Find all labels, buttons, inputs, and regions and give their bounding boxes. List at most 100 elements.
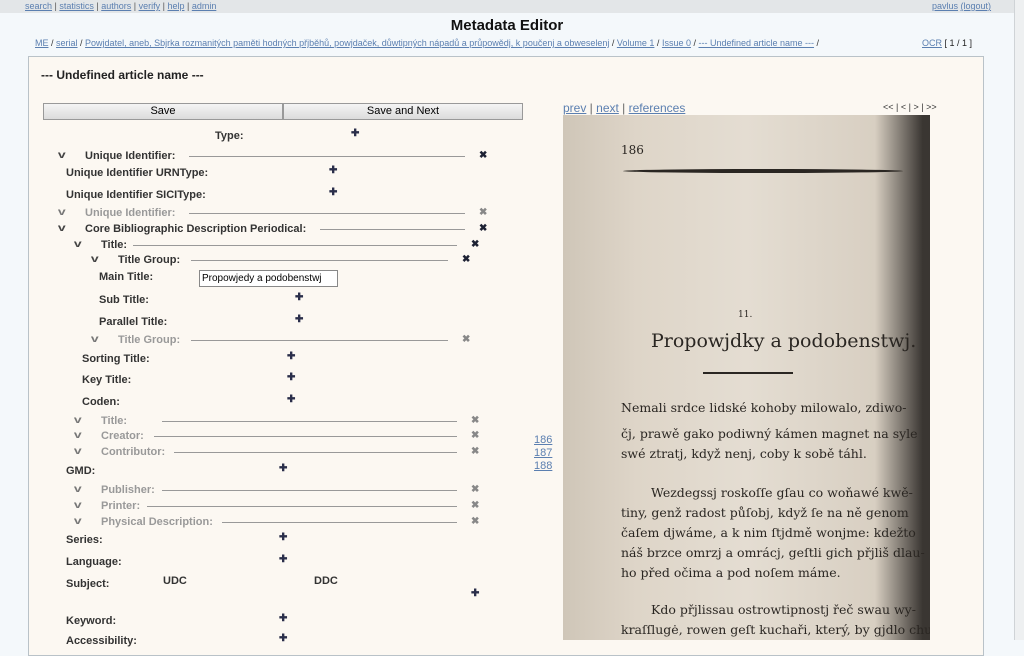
logout-link[interactable]: (logout) — [961, 1, 992, 11]
viewer-link-references[interactable]: references — [629, 101, 686, 115]
scan-rule — [623, 169, 903, 173]
page-link-188[interactable]: 188 — [534, 460, 552, 472]
collapse-chevron-icon[interactable]: v — [58, 207, 66, 218]
add-icon[interactable]: ✚ — [329, 166, 337, 176]
breadcrumb-link[interactable]: serial — [56, 38, 78, 48]
section-divider — [174, 452, 457, 453]
topnav-link-admin[interactable]: admin — [192, 1, 217, 11]
collapse-chevron-icon[interactable]: v — [91, 334, 99, 345]
field-label-gmd: GMD: — [66, 465, 96, 477]
breadcrumb-link[interactable]: Volume 1 — [617, 38, 655, 48]
remove-icon[interactable]: ✖ — [471, 416, 479, 426]
field-label-unique-identifier-urntype: Unique Identifier URNType: — [66, 167, 209, 179]
page-link-186[interactable]: 186 — [534, 434, 552, 446]
section-divider — [162, 421, 457, 422]
field-label-unique-identifier: Unique Identifier: — [85, 207, 176, 219]
top-nav: search | statistics | authors | verify |… — [25, 1, 217, 11]
add-icon[interactable]: ✚ — [279, 533, 287, 543]
section-divider — [320, 229, 465, 230]
remove-icon[interactable]: ✖ — [471, 517, 479, 527]
add-icon[interactable]: ✚ — [279, 464, 287, 474]
scrollbar[interactable] — [1014, 0, 1024, 640]
section-divider — [189, 156, 465, 157]
add-icon[interactable]: ✚ — [279, 555, 287, 565]
remove-icon[interactable]: ✖ — [471, 240, 479, 250]
subject-column-udc: UDC — [163, 575, 187, 587]
scan-text-line: kraſſlugė, rowen geſt kuchaři, který, by… — [621, 622, 930, 637]
main-title-input[interactable] — [199, 270, 338, 287]
topnav-link-search[interactable]: search — [25, 1, 52, 11]
remove-icon[interactable]: ✖ — [471, 431, 479, 441]
section-divider — [162, 490, 457, 491]
remove-icon[interactable]: ✖ — [462, 335, 470, 345]
pager-button[interactable]: << — [883, 102, 894, 112]
collapse-chevron-icon[interactable]: v — [74, 430, 82, 441]
pager-button[interactable]: > — [913, 102, 918, 112]
add-icon[interactable]: ✚ — [351, 129, 359, 139]
viewer-link-next[interactable]: next — [596, 101, 619, 115]
collapse-chevron-icon[interactable]: v — [74, 446, 82, 457]
page-title: Metadata Editor — [450, 17, 564, 34]
field-label-title-group: Title Group: — [118, 334, 181, 346]
scan-text-line: čaſem djwáme, a k nim ſtjdmě wonjme: kde… — [621, 525, 916, 540]
field-label-language: Language: — [66, 556, 122, 568]
pager-button[interactable]: >> — [926, 102, 937, 112]
field-label-publisher: Publisher: — [101, 484, 155, 496]
user-info: pavlus (logout) — [932, 1, 991, 11]
collapse-chevron-icon[interactable]: v — [74, 484, 82, 495]
add-icon[interactable]: ✚ — [329, 188, 337, 198]
page-link-187[interactable]: 187 — [534, 447, 552, 459]
pager-button[interactable]: < — [901, 102, 906, 112]
breadcrumb-link[interactable]: --- Undefined article name --- — [698, 38, 814, 48]
collapse-chevron-icon[interactable]: v — [58, 223, 66, 234]
collapse-chevron-icon[interactable]: v — [74, 415, 82, 426]
collapse-chevron-icon[interactable]: v — [74, 500, 82, 511]
save-and-next-button[interactable]: Save and Next — [283, 103, 523, 120]
viewer-link-prev[interactable]: prev — [563, 101, 586, 115]
remove-icon[interactable]: ✖ — [479, 208, 487, 218]
add-icon[interactable]: ✚ — [471, 589, 479, 599]
subject-column-ddc: DDC — [314, 575, 338, 587]
topnav-link-statistics[interactable]: statistics — [59, 1, 94, 11]
remove-icon[interactable]: ✖ — [479, 224, 487, 234]
remove-icon[interactable]: ✖ — [471, 485, 479, 495]
ocr-link[interactable]: OCR — [922, 38, 942, 48]
add-icon[interactable]: ✚ — [279, 614, 287, 624]
collapse-chevron-icon[interactable]: v — [74, 239, 82, 250]
scan-text-line: čj, prawě gako podiwný kámen magnet na s… — [621, 426, 918, 441]
add-icon[interactable]: ✚ — [295, 315, 303, 325]
scan-text-line: Wezdegssj roskoſſe gſau co woňawé kwě- — [651, 485, 913, 500]
field-label-title: Title: — [101, 415, 128, 427]
field-label-contributor: Contributor: — [101, 446, 166, 458]
collapse-chevron-icon[interactable]: v — [91, 254, 99, 265]
scan-text-line: ho před očima a pod noſem máme. — [621, 565, 841, 580]
breadcrumb-link[interactable]: ME — [35, 38, 49, 48]
save-button[interactable]: Save — [43, 103, 283, 120]
breadcrumb-link[interactable]: Powjdatel, aneb, Sbjrka rozmanitých pamě… — [85, 38, 609, 48]
topnav-link-verify[interactable]: verify — [139, 1, 161, 11]
field-label-unique-identifier-sicitype: Unique Identifier SICIType: — [66, 189, 206, 201]
section-divider — [147, 506, 457, 507]
remove-icon[interactable]: ✖ — [471, 501, 479, 511]
topnav-link-authors[interactable]: authors — [101, 1, 131, 11]
remove-icon[interactable]: ✖ — [462, 255, 470, 265]
add-icon[interactable]: ✚ — [279, 634, 287, 644]
topnav-link-help[interactable]: help — [167, 1, 184, 11]
remove-icon[interactable]: ✖ — [471, 447, 479, 457]
username-link[interactable]: pavlus — [932, 1, 958, 11]
scan-text-line: náš brzce omrzj a omrácj, geſtli gich př… — [621, 545, 925, 560]
scan-rule — [703, 372, 793, 374]
collapse-chevron-icon[interactable]: v — [58, 150, 66, 161]
breadcrumb-link[interactable]: Issue 0 — [662, 38, 691, 48]
collapse-chevron-icon[interactable]: v — [74, 516, 82, 527]
add-icon[interactable]: ✚ — [287, 352, 295, 362]
remove-icon[interactable]: ✖ — [479, 151, 487, 161]
scan-text-line: swé ztratj, když nenj, coby k sobě táhl. — [621, 446, 867, 461]
field-label-key-title: Key Title: — [82, 374, 132, 386]
field-label-sorting-title: Sorting Title: — [82, 353, 150, 365]
add-icon[interactable]: ✚ — [287, 373, 295, 383]
field-label-creator: Creator: — [101, 430, 144, 442]
add-icon[interactable]: ✚ — [287, 395, 295, 405]
ocr-info: OCR [ 1 / 1 ] — [922, 38, 972, 48]
add-icon[interactable]: ✚ — [295, 293, 303, 303]
